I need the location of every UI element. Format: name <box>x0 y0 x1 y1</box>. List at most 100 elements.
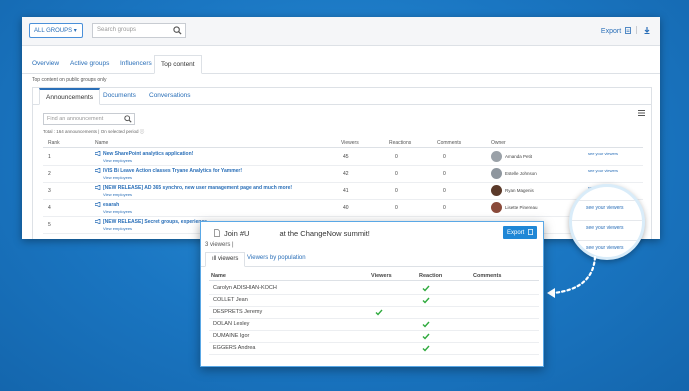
reaction-check-icon <box>422 333 430 340</box>
view-employees-link[interactable]: View employees <box>103 226 132 231</box>
search-groups-placeholder: Search groups <box>97 27 137 33</box>
popup-viewers-count: 3 viewers | <box>205 242 234 248</box>
header-reactions[interactable]: Reactions <box>389 140 411 146</box>
table-row: 4 esarah View employees 40 0 0 Lisette P… <box>43 200 643 217</box>
view-employees-link[interactable]: View employees <box>103 192 132 197</box>
reaction-check-icon <box>422 321 430 328</box>
popup-export-label: Export <box>507 230 525 236</box>
row-name: [NEW RELEASE] AD 365 synchro, new user m… <box>103 185 293 191</box>
table-row: 1 New SharePoint analytics application! … <box>43 149 643 166</box>
public-groups-note: Top content on public groups only <box>32 77 107 83</box>
megaphone-icon <box>95 202 101 207</box>
header-name[interactable]: Name <box>211 273 226 279</box>
viewer-row: DOLAN Lesley <box>209 319 539 331</box>
header-viewers[interactable]: Viewers <box>371 273 392 279</box>
viewer-name: COLLET Jean <box>213 297 248 303</box>
viewer-name: DUMAINE Igor <box>213 333 250 339</box>
viewer-name: DOLAN Lesley <box>213 321 250 327</box>
row-name: esarah <box>103 202 120 208</box>
subtab-documents[interactable]: Documents <box>103 92 136 99</box>
hamburger-menu-icon[interactable] <box>638 110 645 116</box>
viewer-row: DESPRETS Jeremy <box>209 307 539 319</box>
popup-tabs: ıll viewers Viewers by population <box>201 252 543 267</box>
row-reactions: 0 <box>395 205 398 211</box>
header-rank[interactable]: Rank <box>48 140 60 146</box>
row-name-link[interactable]: [NEW RELEASE] AD 365 synchro, new user m… <box>95 185 292 191</box>
header-comments[interactable]: Comments <box>473 273 501 279</box>
view-employees-link[interactable]: View employees <box>103 175 132 180</box>
header-comments[interactable]: Comments <box>437 140 461 146</box>
dotted-arrow-icon <box>547 255 597 298</box>
tab-active-groups[interactable]: Active groups <box>66 57 113 70</box>
subtab-conversations[interactable]: Conversations <box>149 92 191 99</box>
row-name-link[interactable]: esarah <box>95 202 119 208</box>
row-comments: 0 <box>443 154 446 160</box>
row-rank: 5 <box>48 222 51 228</box>
pdf-icon <box>625 27 631 34</box>
pdf-icon <box>528 229 533 235</box>
document-icon <box>214 229 220 237</box>
tab-top-content[interactable]: Top content <box>154 55 202 74</box>
avatar <box>491 185 502 196</box>
export-label: Export <box>600 28 622 35</box>
tab-overview[interactable]: Overview <box>28 57 63 70</box>
reaction-check-icon <box>422 285 430 292</box>
all-groups-dropdown[interactable]: ALL GROUPS ▾ <box>29 23 83 38</box>
header-owner[interactable]: Owner <box>491 140 506 146</box>
see-your-viewers-link[interactable]: see your viewers <box>588 151 618 156</box>
row-comments: 0 <box>443 171 446 177</box>
find-announcement-input[interactable]: Find an announcement <box>43 113 135 125</box>
tab-viewers-by-population[interactable]: Viewers by population <box>247 255 306 261</box>
search-groups-input[interactable]: Search groups <box>92 23 186 38</box>
row-reactions: 0 <box>395 154 398 160</box>
see-your-viewers-link[interactable]: see your viewers <box>588 168 618 173</box>
magnifier-callout: see your viewers see your viewers see yo… <box>569 184 645 260</box>
download-icon[interactable] <box>644 27 650 34</box>
find-announcement-placeholder: Find an announcement <box>47 116 104 122</box>
owner-name: Estelle Johnson <box>505 171 537 176</box>
top-bar: ALL GROUPS ▾ Search groups Export <box>22 17 660 46</box>
avatar <box>491 202 502 213</box>
table-header: Rank Name Viewers Reactions Comments Own… <box>43 139 643 148</box>
main-window: ALL GROUPS ▾ Search groups Export Overvi… <box>22 17 660 239</box>
row-name-link[interactable]: IVIS Bi Leave Action classes Tryane Anal… <box>95 168 242 174</box>
see-your-viewers-link[interactable]: see your viewers <box>586 205 624 211</box>
see-your-viewers-link[interactable]: see your viewers <box>586 225 624 231</box>
popup-export-button[interactable]: Export <box>503 226 537 239</box>
viewer-row: EGGERS Andrea <box>209 343 539 355</box>
divider <box>572 220 642 221</box>
row-name: New SharePoint analytics application! <box>103 151 194 157</box>
viewer-name: EGGERS Andrea <box>213 345 256 351</box>
reaction-check-icon <box>422 297 430 304</box>
content-card: Announcements Documents Conversations Fi… <box>32 87 652 239</box>
row-name: IVIS Bi Leave Action classes Tryane Anal… <box>103 168 243 174</box>
main-tabs: Overview Active groups Influencers Top c… <box>22 54 660 74</box>
subtab-announcements[interactable]: Announcements <box>39 88 100 105</box>
divider <box>572 200 642 201</box>
total-announcements: Total : 164 announcements | On selected … <box>43 129 145 134</box>
see-your-viewers-link[interactable]: see your viewers <box>586 245 624 251</box>
header-name[interactable]: Name <box>95 140 108 146</box>
viewer-row: Carolyn ADISHIAN-KOCH <box>209 283 539 295</box>
row-rank: 2 <box>48 171 51 177</box>
popup-title-start: Join #U <box>224 229 250 238</box>
row-reactions: 0 <box>395 171 398 177</box>
row-name-link[interactable]: New SharePoint analytics application! <box>95 151 193 157</box>
row-rank: 1 <box>48 154 51 160</box>
row-viewers: 42 <box>343 171 349 177</box>
view-employees-link[interactable]: View employees <box>103 209 132 214</box>
row-viewers: 45 <box>343 154 349 160</box>
export-link[interactable]: Export <box>601 26 650 35</box>
owner-name: Lisette Pinereau <box>505 205 538 210</box>
row-name: [NEW RELEASE] Secret groups, experience <box>103 219 207 225</box>
view-employees-link[interactable]: View employees <box>103 158 132 163</box>
header-reaction[interactable]: Reaction <box>419 273 442 279</box>
tab-influencers[interactable]: Influencers <box>116 57 156 70</box>
tab-all-viewers[interactable]: ıll viewers <box>205 252 246 267</box>
header-viewers[interactable]: Viewers <box>341 140 359 146</box>
search-icon[interactable] <box>124 115 132 123</box>
row-name-link[interactable]: [NEW RELEASE] Secret groups, experience <box>95 219 207 225</box>
avatar <box>491 168 502 179</box>
search-icon[interactable] <box>173 26 182 35</box>
viewer-check-icon <box>375 309 383 316</box>
